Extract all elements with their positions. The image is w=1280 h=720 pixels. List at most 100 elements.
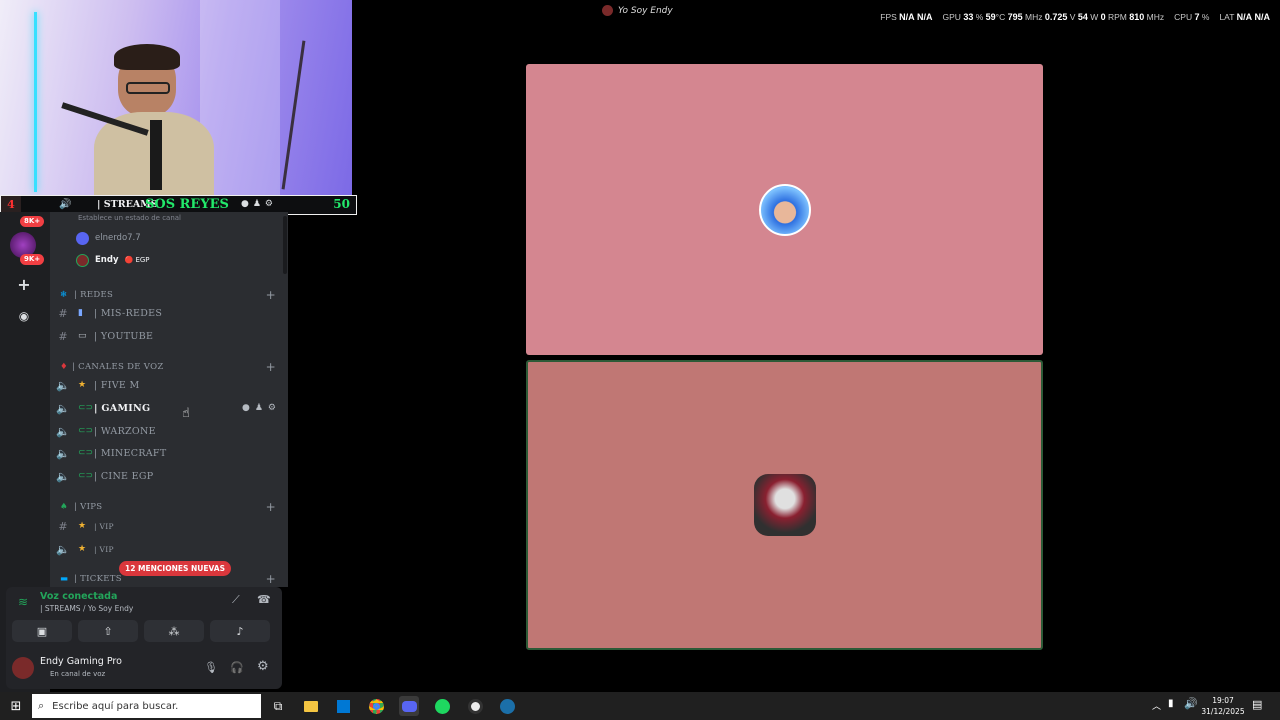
username[interactable]: Endy Gaming Pro (40, 656, 122, 667)
clock-time: 19:07 (1212, 696, 1234, 705)
chat-icon: ● (241, 403, 250, 413)
new-mentions-pill[interactable]: 12 MENCIONES NUEVAS (119, 561, 231, 576)
voice-channel-path[interactable]: | STREAMS / Yo Soy Endy (40, 604, 133, 613)
voice-channel-icon: 🔈 (56, 446, 70, 460)
notification-badge: 9K+ (20, 254, 45, 265)
add-server-icon[interactable]: + (14, 274, 34, 294)
stream-title: SOS REYES (145, 197, 229, 212)
channel-warzone[interactable]: 🔈 ⊂⊃ | WARZONE (50, 421, 288, 441)
avatar[interactable] (12, 657, 34, 679)
file-explorer-icon[interactable] (301, 696, 321, 716)
clock-date: 31/12/2025 (1201, 707, 1245, 716)
activities-button[interactable]: ⁂ (144, 620, 204, 642)
laptop-icon: ▭ (78, 331, 87, 341)
avatar (753, 474, 816, 536)
explore-icon[interactable]: ◉ (14, 306, 34, 326)
channel-vip-text[interactable]: # ★ | VIP (50, 516, 288, 536)
notification-badge: 8K+ (20, 216, 45, 227)
soundboard-icon: ♪ (236, 624, 244, 638)
microphone-icon[interactable]: ▮ (1168, 698, 1174, 709)
soundboard-button[interactable]: ♪ (210, 620, 270, 642)
phone-icon: ▮ (78, 308, 83, 318)
channel-scrollbar[interactable] (283, 216, 287, 274)
camera-off-button[interactable]: ▣ (12, 620, 72, 642)
tray-chevron-icon[interactable]: ︿ (1152, 699, 1161, 712)
clock[interactable]: 19:07 31/12/2025 (1200, 695, 1246, 717)
voice-user[interactable]: Endy 🔴 EGP (76, 251, 150, 269)
channel-list: Establece un estado de canal elnerdo7.7 … (50, 212, 288, 587)
gear-icon: ⚙ (267, 403, 276, 413)
windows-start-icon[interactable]: ⊞ (6, 696, 26, 716)
user-panel: Endy Gaming Pro En canal de voz 🎙 🎧 ⚙ (6, 649, 282, 689)
chrome-icon[interactable] (366, 696, 386, 716)
speaker-icon: 🔊 (59, 199, 72, 210)
text-channel-icon: # (58, 519, 68, 533)
ticket-icon: ▬ (60, 574, 69, 584)
controller-icon: ⊂⊃ (78, 403, 94, 413)
channel-five-m[interactable]: 🔈 ★ | FIVE M (50, 375, 288, 395)
channel-actions[interactable]: ● ♟ ⚙ (242, 403, 276, 413)
task-view-icon[interactable]: ⧉ (268, 696, 288, 716)
camera-off-icon: ▣ (36, 624, 48, 638)
voice-channel-icon: 🔈 (56, 401, 70, 415)
taskbar: ⊞ ⌕ Escribe aquí para buscar. ⧉ ︿ ▮ 🔊 19… (0, 692, 1280, 720)
avatar-icon (602, 5, 613, 16)
voice-connection-panel: ≋ Voz conectada | STREAMS / Yo Soy Endy … (6, 587, 282, 649)
obs-icon[interactable] (465, 696, 485, 716)
voice-channel-icon: 🔈 (56, 542, 70, 556)
mouse-cursor-icon: ☝ (182, 406, 190, 421)
user-tag: 🔴 EGP (124, 256, 150, 264)
spotify-icon[interactable] (432, 696, 452, 716)
channel-minecraft[interactable]: 🔈 ⊂⊃ | MINECRAFT (50, 443, 288, 463)
discord-icon[interactable] (399, 696, 419, 716)
category-vips[interactable]: ♠ | VIPS + (50, 499, 288, 515)
light-pole-right (281, 40, 306, 190)
channel-status-hint[interactable]: Establece un estado de canal (78, 214, 181, 222)
participant-tile-1[interactable] (526, 64, 1043, 355)
voice-channel-icon: 🔈 (56, 378, 70, 392)
add-channel-icon[interactable]: + (266, 500, 276, 514)
text-channel-icon: # (58, 306, 68, 320)
channel-gaming[interactable]: 🔈 ⊂⊃ | GAMING ● ♟ ⚙ (50, 398, 288, 418)
star-icon: ★ (78, 544, 87, 554)
gear-icon[interactable]: ⚙ (257, 659, 269, 674)
performance-overlay: FPS N/A N/A GPU 33 % 59°C 795 MHz 0.725 … (880, 12, 1270, 22)
microphone-icon[interactable]: 🎙 (204, 661, 218, 674)
store-icon[interactable] (333, 696, 353, 716)
star-icon: ★ (78, 521, 87, 531)
taskbar-search[interactable]: ⌕ Escribe aquí para buscar. (32, 694, 261, 718)
volume-icon[interactable]: 🔊 (1184, 697, 1198, 710)
add-channel-icon[interactable]: + (266, 288, 276, 302)
channel-youtube[interactable]: # ▭ | YOUTUBE (50, 326, 288, 346)
steam-icon[interactable] (497, 696, 517, 716)
channel-mis-redes[interactable]: # ▮ | MIS-REDES (50, 303, 288, 323)
voice-channel-icon: 🔈 (56, 424, 70, 438)
controller-icon: ⊂⊃ (78, 471, 94, 481)
screen-share-icon: ⇧ (103, 624, 113, 638)
category-redes[interactable]: ❄ | REDES + (50, 287, 288, 303)
add-channel-icon[interactable]: + (266, 360, 276, 374)
voice-user[interactable]: elnerdo7.7 (76, 229, 141, 247)
disconnect-icon[interactable]: ☎ (257, 593, 271, 606)
noise-suppression-icon[interactable]: ⟋ (232, 593, 240, 607)
voice-channel-icon: 🔈 (56, 469, 70, 483)
voice-status[interactable]: Voz conectada (40, 591, 117, 602)
webcam-overlay (0, 0, 352, 196)
light-pole-left (34, 12, 37, 192)
text-channel-icon: # (58, 329, 68, 343)
avatar (758, 183, 811, 236)
user-status: En canal de voz (50, 670, 106, 678)
window-title: Yo Soy Endy (602, 5, 673, 16)
headphones-icon[interactable]: 🎧 (230, 661, 244, 674)
channel-vip-voice[interactable]: 🔈 ★ | VIP (50, 539, 288, 559)
stream-right-count: 50 (333, 197, 350, 211)
channel-cine-egp[interactable]: 🔈 ⊂⊃ | CINE EGP (50, 466, 288, 486)
category-canales-de-voz[interactable]: ♦ | CANALES DE VOZ + (50, 359, 288, 375)
signal-icon: ≋ (18, 595, 29, 609)
screen-share-button[interactable]: ⇧ (78, 620, 138, 642)
activities-icon: ⁂ (168, 624, 180, 638)
participant-tile-2[interactable] (526, 360, 1043, 650)
star-icon: ★ (78, 380, 87, 390)
add-channel-icon[interactable]: + (266, 572, 276, 586)
notifications-icon[interactable]: ▤ (1252, 698, 1262, 711)
